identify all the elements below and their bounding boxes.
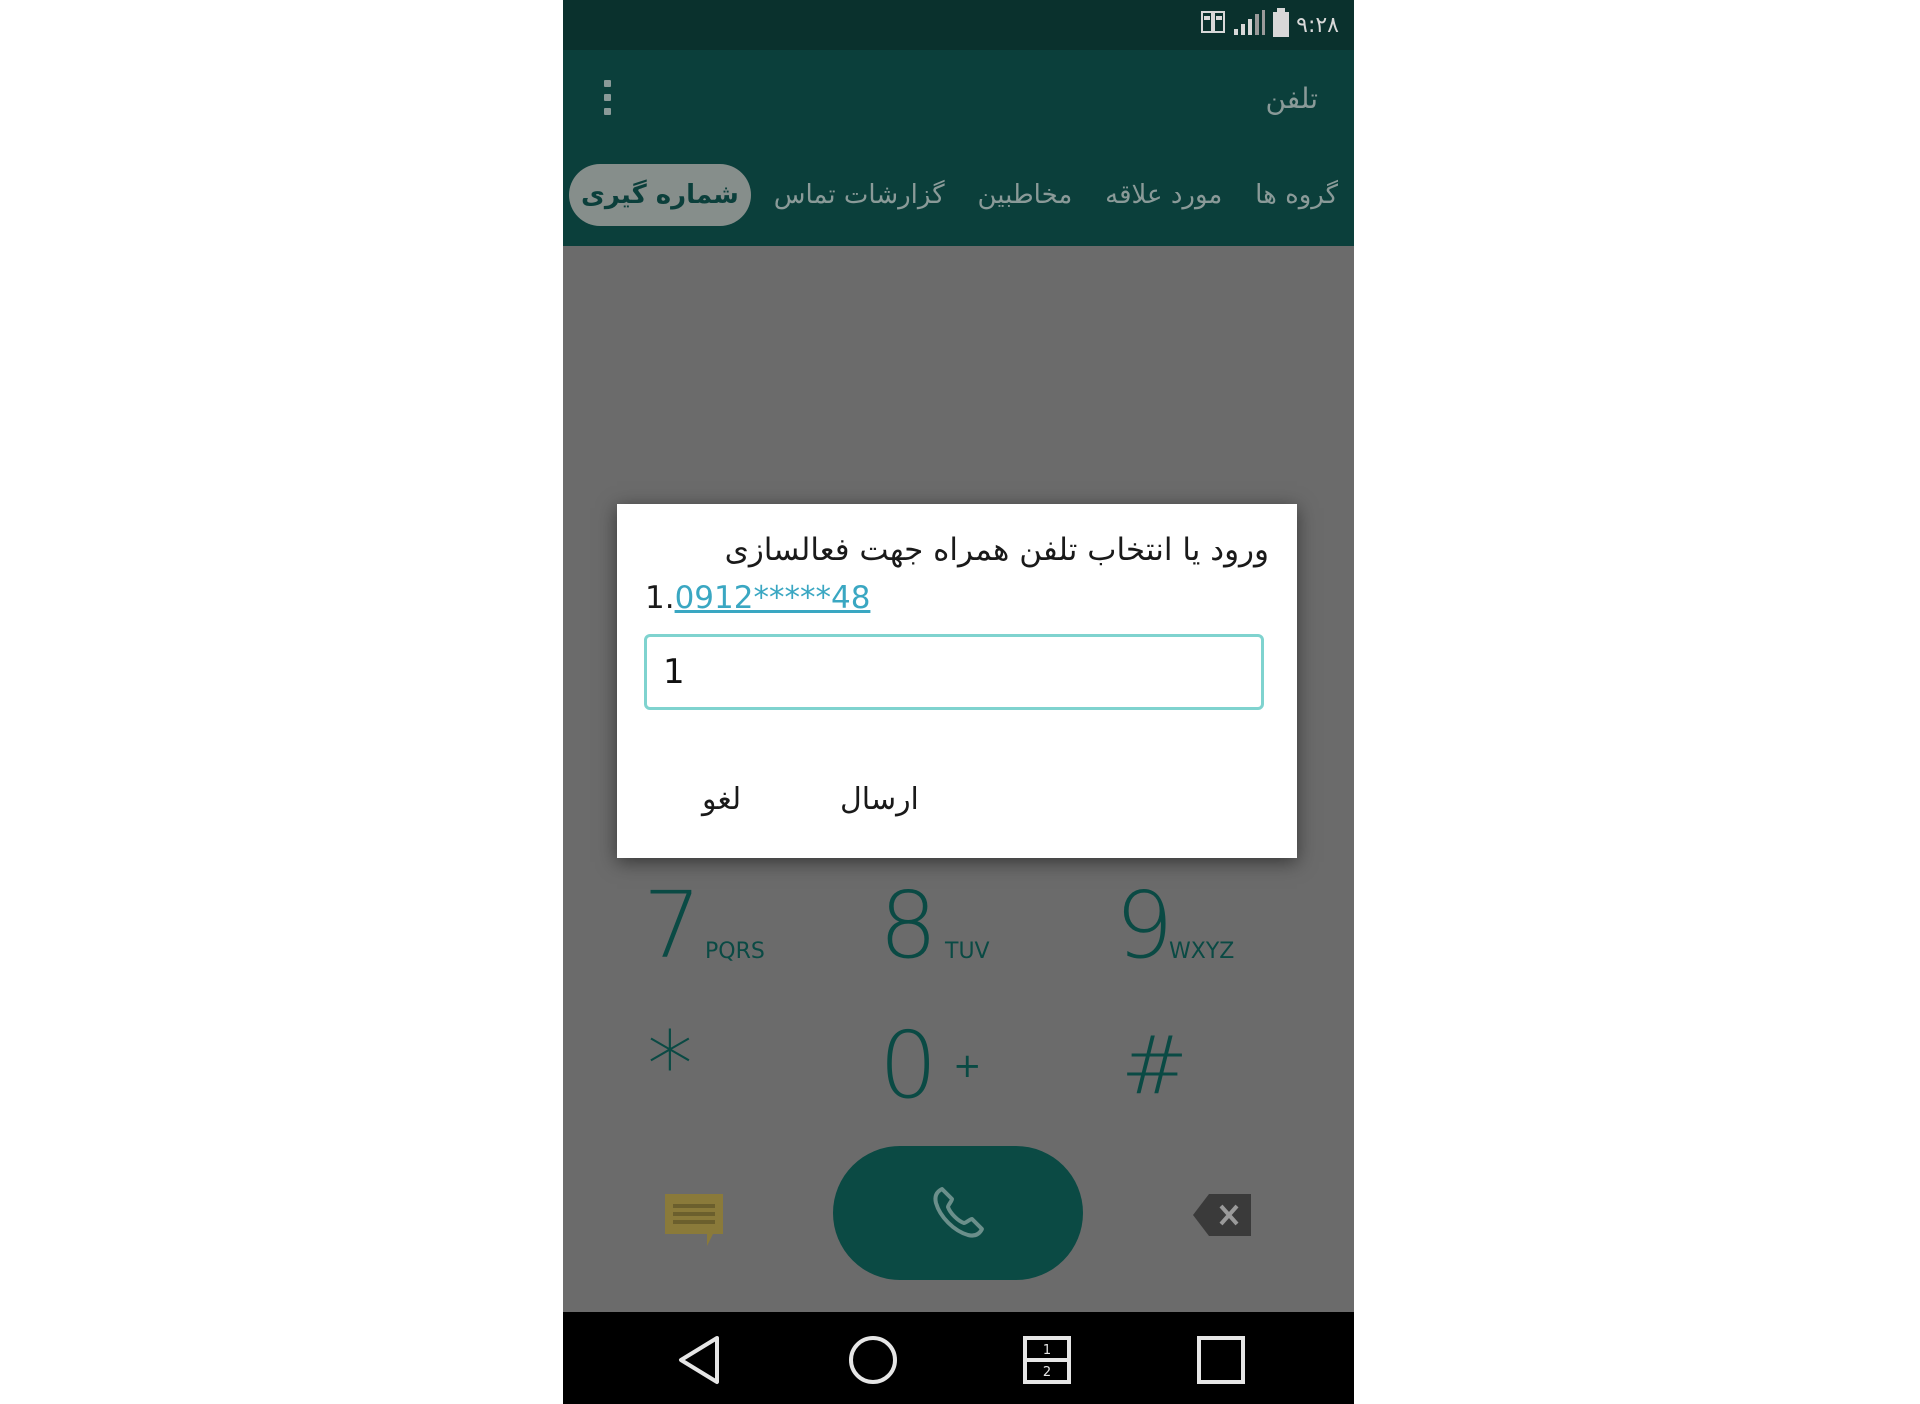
phone-icon [933, 1187, 984, 1238]
overflow-menu-icon[interactable] [599, 80, 615, 130]
key-star[interactable]: * [647, 1020, 767, 1112]
battery-icon [1272, 8, 1290, 42]
back-icon[interactable] [673, 1332, 729, 1388]
key-letters: WXYZ [1169, 939, 1235, 964]
key-hash[interactable]: # [1121, 1020, 1241, 1112]
app-toolbar: تلفن گروه ها مورد علاقه مخاطبین گزارشات … [563, 50, 1354, 246]
key-digit: 7 [643, 872, 702, 979]
key-9[interactable]: 9 WXYZ [1115, 880, 1275, 972]
dual-window-icon[interactable]: 12 [1019, 1332, 1075, 1388]
tab-groups[interactable]: گروه ها [1245, 170, 1348, 220]
navigation-bar: 12 [563, 1312, 1354, 1404]
sim-icon [1200, 10, 1226, 40]
key-8[interactable]: 8 TUV [879, 880, 1019, 972]
key-0[interactable]: 0 + [879, 1020, 1019, 1112]
message-icon[interactable] [663, 1192, 727, 1254]
dialog-title: ورود یا انتخاب تلفن همراه جهت فعالسازی [724, 532, 1269, 568]
tab-call-logs[interactable]: گزارشات تماس [764, 170, 955, 220]
dialog-option: 1.0912*****48 [645, 580, 870, 616]
option-phone-link[interactable]: 0912*****48 [675, 580, 871, 616]
key-7[interactable]: 7 PQRS [643, 880, 783, 972]
app-title: تلفن [1265, 82, 1318, 115]
backspace-icon[interactable] [1191, 1192, 1253, 1242]
recents-icon[interactable] [1193, 1332, 1249, 1388]
tab-favorites[interactable]: مورد علاقه [1095, 170, 1232, 220]
status-bar: ۹:۲۸ [563, 0, 1354, 50]
key-letters: PQRS [705, 939, 765, 964]
send-button[interactable]: ارسال [840, 782, 919, 817]
key-digit: # [1121, 1019, 1189, 1112]
cancel-button[interactable]: لغو [702, 782, 741, 817]
key-letters: TUV [945, 939, 990, 964]
key-digit: 0 [879, 1012, 938, 1119]
option-index: 1. [645, 580, 675, 616]
activation-dialog: ورود یا انتخاب تلفن همراه جهت فعالسازی 1… [617, 504, 1297, 858]
call-button[interactable] [833, 1146, 1083, 1280]
home-icon[interactable] [845, 1332, 901, 1388]
key-digit: * [647, 1012, 693, 1119]
key-letters: + [953, 1046, 982, 1086]
signal-icon [1232, 9, 1266, 41]
tab-contacts[interactable]: مخاطبین [967, 170, 1082, 220]
status-time: ۹:۲۸ [1296, 12, 1339, 38]
status-indicators: ۹:۲۸ [1200, 8, 1339, 42]
svg-text:1: 1 [1043, 1343, 1051, 1358]
key-digit: 9 [1115, 872, 1174, 979]
svg-text:2: 2 [1043, 1365, 1051, 1380]
key-digit: 8 [879, 872, 938, 979]
tab-dialer[interactable]: شماره گیری [569, 164, 751, 226]
tab-bar: گروه ها مورد علاقه مخاطبین گزارشات تماس … [569, 158, 1348, 232]
phone-selection-input[interactable] [644, 634, 1264, 710]
